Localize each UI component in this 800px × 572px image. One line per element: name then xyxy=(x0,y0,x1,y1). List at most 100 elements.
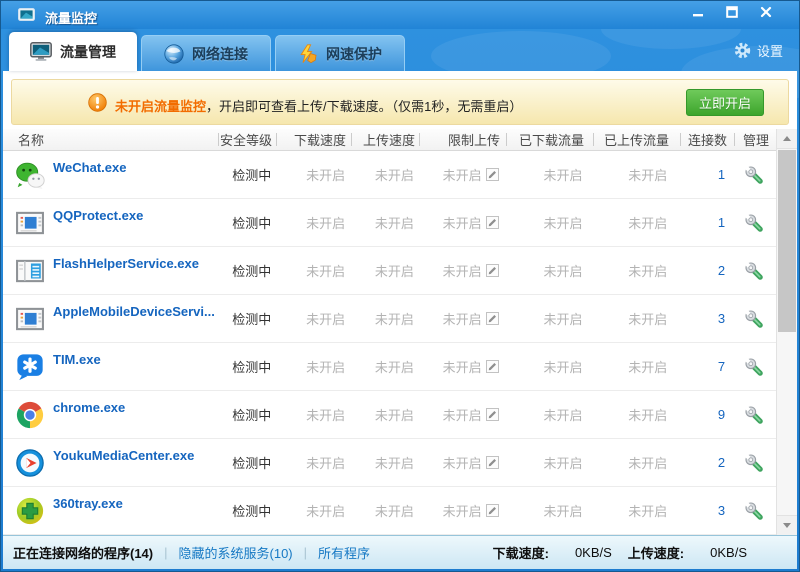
content-area: 未开启流量监控，开启即可查看上传/下载速度。（仅需1秒，无需重启） 立即开启 名… xyxy=(3,71,797,569)
table-row[interactable]: AppleMobileDeviceServi...检测中未开启未开启未开启未开启… xyxy=(3,295,776,343)
vertical-scrollbar[interactable] xyxy=(776,129,797,535)
edit-limit-icon[interactable] xyxy=(486,456,499,469)
youku-icon xyxy=(15,448,45,478)
download-speed-value: 0KB/S xyxy=(575,545,612,560)
connection-count: 7 xyxy=(678,343,732,390)
edit-limit-icon[interactable] xyxy=(486,216,499,229)
uploaded-traffic-value: 未开启 xyxy=(591,199,678,246)
download-speed-value: 未开启 xyxy=(275,247,350,294)
edit-limit-icon[interactable] xyxy=(486,408,499,421)
program-name[interactable]: 360tray.exe xyxy=(53,496,123,511)
separator: | xyxy=(304,545,307,560)
program-name[interactable]: chrome.exe xyxy=(53,400,125,415)
manage-cell xyxy=(732,199,776,246)
app-logo-icon xyxy=(18,8,35,22)
minimize-icon[interactable] xyxy=(683,1,713,23)
security-level-value: 检测中 xyxy=(217,151,275,198)
warning-banner: 未开启流量监控，开启即可查看上传/下载速度。（仅需1秒，无需重启） 立即开启 xyxy=(11,79,789,125)
uploaded-traffic-value: 未开启 xyxy=(591,343,678,390)
limit-upload-value: 未开启 xyxy=(418,295,505,342)
limit-upload-value: 未开启 xyxy=(418,151,505,198)
table-row[interactable]: chrome.exe检测中未开启未开启未开启未开启未开启9 xyxy=(3,391,776,439)
manage-cell xyxy=(732,295,776,342)
program-name[interactable]: QQProtect.exe xyxy=(53,208,143,223)
table-header: 名称 安全等级 下载速度 上传速度 限制上传 已下载流量 已上传流量 连接数 管… xyxy=(3,129,797,151)
program-name[interactable]: AppleMobileDeviceServi... xyxy=(53,304,215,319)
banner-body-text: ，开启即可查看上传/下载速度。（仅需1秒，无需重启） xyxy=(206,99,522,114)
upload-speed-value: 未开启 xyxy=(350,151,418,198)
downloaded-traffic-value: 未开启 xyxy=(505,199,592,246)
manage-cell xyxy=(732,391,776,438)
settings-button[interactable]: 设置 xyxy=(734,41,783,60)
manage-wrench-icon[interactable] xyxy=(744,453,764,473)
manage-wrench-icon[interactable] xyxy=(744,309,764,329)
program-name-cell: AppleMobileDeviceServi... xyxy=(3,295,217,342)
enable-now-button[interactable]: 立即开启 xyxy=(686,89,764,116)
tab-label: 网速保护 xyxy=(326,44,382,64)
uploaded-traffic-value: 未开启 xyxy=(591,391,678,438)
program-name[interactable]: WeChat.exe xyxy=(53,160,126,175)
edit-limit-icon[interactable] xyxy=(486,264,499,277)
download-speed-value: 未开启 xyxy=(275,199,350,246)
tab-network-connections[interactable]: 网络连接 xyxy=(141,35,271,71)
tab-speed-protection[interactable]: 网速保护 xyxy=(275,35,405,71)
program-name[interactable]: FlashHelperService.exe xyxy=(53,256,199,271)
table-row[interactable]: TIM.exe检测中未开启未开启未开启未开启未开启7 xyxy=(3,343,776,391)
edit-limit-icon[interactable] xyxy=(486,360,499,373)
manage-wrench-icon[interactable] xyxy=(744,357,764,377)
connection-count: 2 xyxy=(678,247,732,294)
table-row[interactable]: WeChat.exe检测中未开启未开启未开启未开启未开启1 xyxy=(3,151,776,199)
manage-wrench-icon[interactable] xyxy=(744,405,764,425)
tim-icon xyxy=(15,352,45,382)
program-name[interactable]: TIM.exe xyxy=(53,352,101,367)
program-name-cell: QQProtect.exe xyxy=(3,199,217,246)
close-icon[interactable] xyxy=(751,1,781,23)
connection-count: 3 xyxy=(678,295,732,342)
limit-upload-value: 未开启 xyxy=(418,247,505,294)
manage-wrench-icon[interactable] xyxy=(744,165,764,185)
tab-traffic-management[interactable]: 流量管理 xyxy=(9,32,137,71)
limit-upload-value: 未开启 xyxy=(418,199,505,246)
downloaded-traffic-value: 未开启 xyxy=(505,247,592,294)
security-level-value: 检测中 xyxy=(217,295,275,342)
limit-upload-value: 未开启 xyxy=(418,439,505,486)
column-header-manage: 管理 xyxy=(734,129,778,150)
manage-wrench-icon[interactable] xyxy=(744,501,764,521)
column-header-download: 下载速度 xyxy=(276,129,351,150)
filter-connecting-programs[interactable]: 正在连接网络的程序(14) xyxy=(13,543,153,562)
banner-highlight-text: 未开启流量监控 xyxy=(115,99,206,114)
status-filters: 正在连接网络的程序(14) | 隐藏的系统服务(10) | 所有程序 xyxy=(13,543,370,562)
status-bar: 正在连接网络的程序(14) | 隐藏的系统服务(10) | 所有程序 下载速度:… xyxy=(3,535,797,569)
download-speed-value: 未开启 xyxy=(275,151,350,198)
speed-summary: 下载速度: 0KB/S 上传速度: 0KB/S xyxy=(493,543,747,562)
table-row[interactable]: YoukuMediaCenter.exe检测中未开启未开启未开启未开启未开启2 xyxy=(3,439,776,487)
scroll-down-icon[interactable] xyxy=(777,515,797,535)
edit-limit-icon[interactable] xyxy=(486,504,499,517)
upload-speed-value: 未开启 xyxy=(350,343,418,390)
lightning-shield-icon xyxy=(298,44,318,64)
manage-wrench-icon[interactable] xyxy=(744,213,764,233)
table-row[interactable]: FlashHelperService.exe检测中未开启未开启未开启未开启未开启… xyxy=(3,247,776,295)
download-speed-value: 未开启 xyxy=(275,487,350,534)
maximize-icon[interactable] xyxy=(717,1,747,23)
downloaded-traffic-value: 未开启 xyxy=(505,391,592,438)
window-title: 流量监控 xyxy=(45,8,97,27)
table-row[interactable]: QQProtect.exe检测中未开启未开启未开启未开启未开启1 xyxy=(3,199,776,247)
upload-speed-label: 上传速度: xyxy=(628,543,684,562)
scrollbar-thumb[interactable] xyxy=(778,150,796,332)
program-name-cell: FlashHelperService.exe xyxy=(3,247,217,294)
table-row[interactable]: 360tray.exe检测中未开启未开启未开启未开启未开启3 xyxy=(3,487,776,535)
tab-label: 流量管理 xyxy=(60,42,116,62)
download-speed-value: 未开启 xyxy=(275,439,350,486)
scroll-up-icon[interactable] xyxy=(777,129,797,149)
downloaded-traffic-value: 未开启 xyxy=(505,439,592,486)
edit-limit-icon[interactable] xyxy=(486,312,499,325)
manage-wrench-icon[interactable] xyxy=(744,261,764,281)
filter-all-programs[interactable]: 所有程序 xyxy=(318,543,370,562)
filter-hidden-services[interactable]: 隐藏的系统服务(10) xyxy=(179,543,293,562)
edit-limit-icon[interactable] xyxy=(486,168,499,181)
program-name-cell: chrome.exe xyxy=(3,391,217,438)
column-header-upload: 上传速度 xyxy=(351,129,419,150)
program-name[interactable]: YoukuMediaCenter.exe xyxy=(53,448,194,463)
download-speed-value: 未开启 xyxy=(275,295,350,342)
